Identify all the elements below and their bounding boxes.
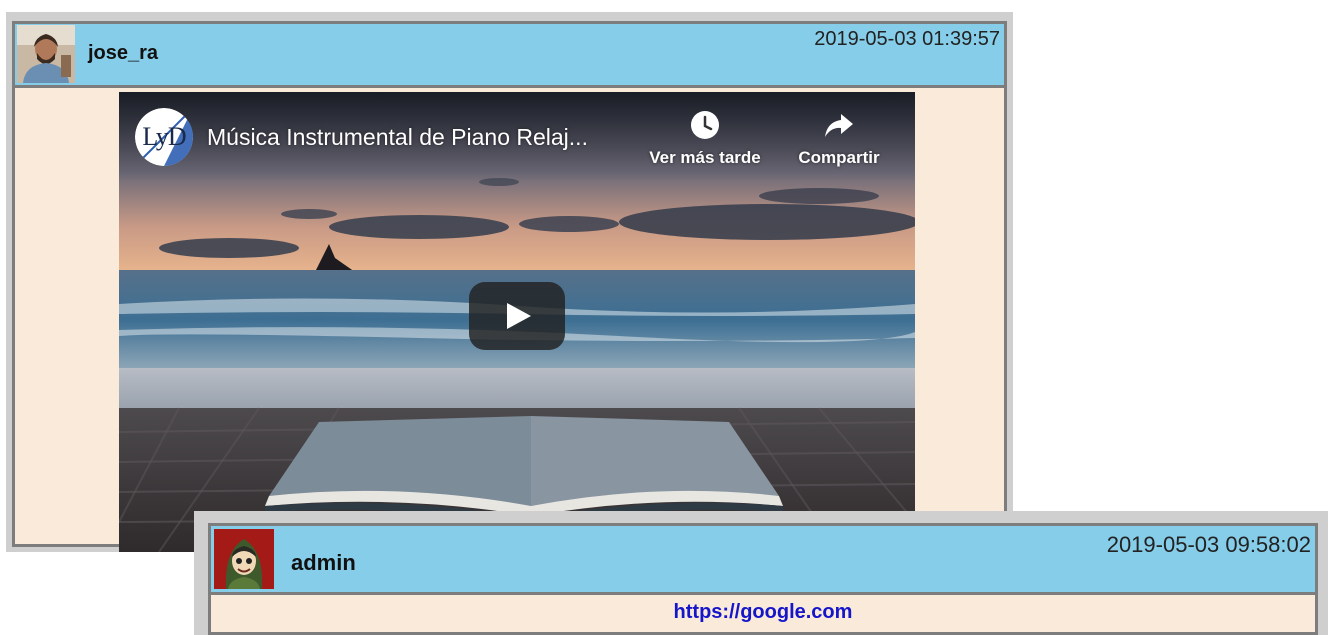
share-label: Compartir: [798, 148, 880, 167]
post-card-admin: admin 2019-05-03 09:58:02 https://google…: [194, 511, 1328, 635]
avatar-photo: [17, 25, 75, 83]
clock-icon: [691, 111, 719, 139]
username[interactable]: admin: [291, 550, 356, 576]
post-timestamp: 2019-05-03 09:58:02: [1106, 532, 1311, 557]
post-header: admin 2019-05-03 09:58:02: [211, 526, 1315, 595]
share-button[interactable]: Compartir: [791, 110, 887, 168]
post-card-jose-ra: jose_ra 2019-05-03 01:39:57 LyD Música I…: [6, 12, 1013, 552]
channel-logo-text: LyD: [142, 122, 186, 151]
post-body: https://google.com: [211, 595, 1315, 630]
avatar-illustration: [214, 529, 274, 589]
user-avatar[interactable]: [17, 25, 75, 83]
play-button[interactable]: [469, 282, 565, 350]
post-frame: jose_ra 2019-05-03 01:39:57 LyD Música I…: [12, 21, 1007, 552]
watch-later-button[interactable]: Ver más tarde: [641, 110, 769, 168]
user-avatar[interactable]: [214, 529, 274, 589]
play-icon: [507, 303, 531, 329]
post-frame: admin 2019-05-03 09:58:02 https://google…: [208, 523, 1318, 635]
post-timestamp: 2019-05-03 01:39:57: [814, 28, 1000, 50]
username[interactable]: jose_ra: [88, 42, 158, 65]
video-title[interactable]: Música Instrumental de Piano Relaj...: [207, 124, 588, 151]
post-link[interactable]: https://google.com: [674, 601, 853, 623]
channel-logo[interactable]: LyD: [135, 108, 193, 166]
embedded-video-player[interactable]: LyD Música Instrumental de Piano Relaj..…: [119, 92, 915, 552]
watch-later-label: Ver más tarde: [649, 148, 761, 167]
share-arrow-icon: [825, 114, 853, 137]
post-header: jose_ra 2019-05-03 01:39:57: [15, 24, 1004, 88]
